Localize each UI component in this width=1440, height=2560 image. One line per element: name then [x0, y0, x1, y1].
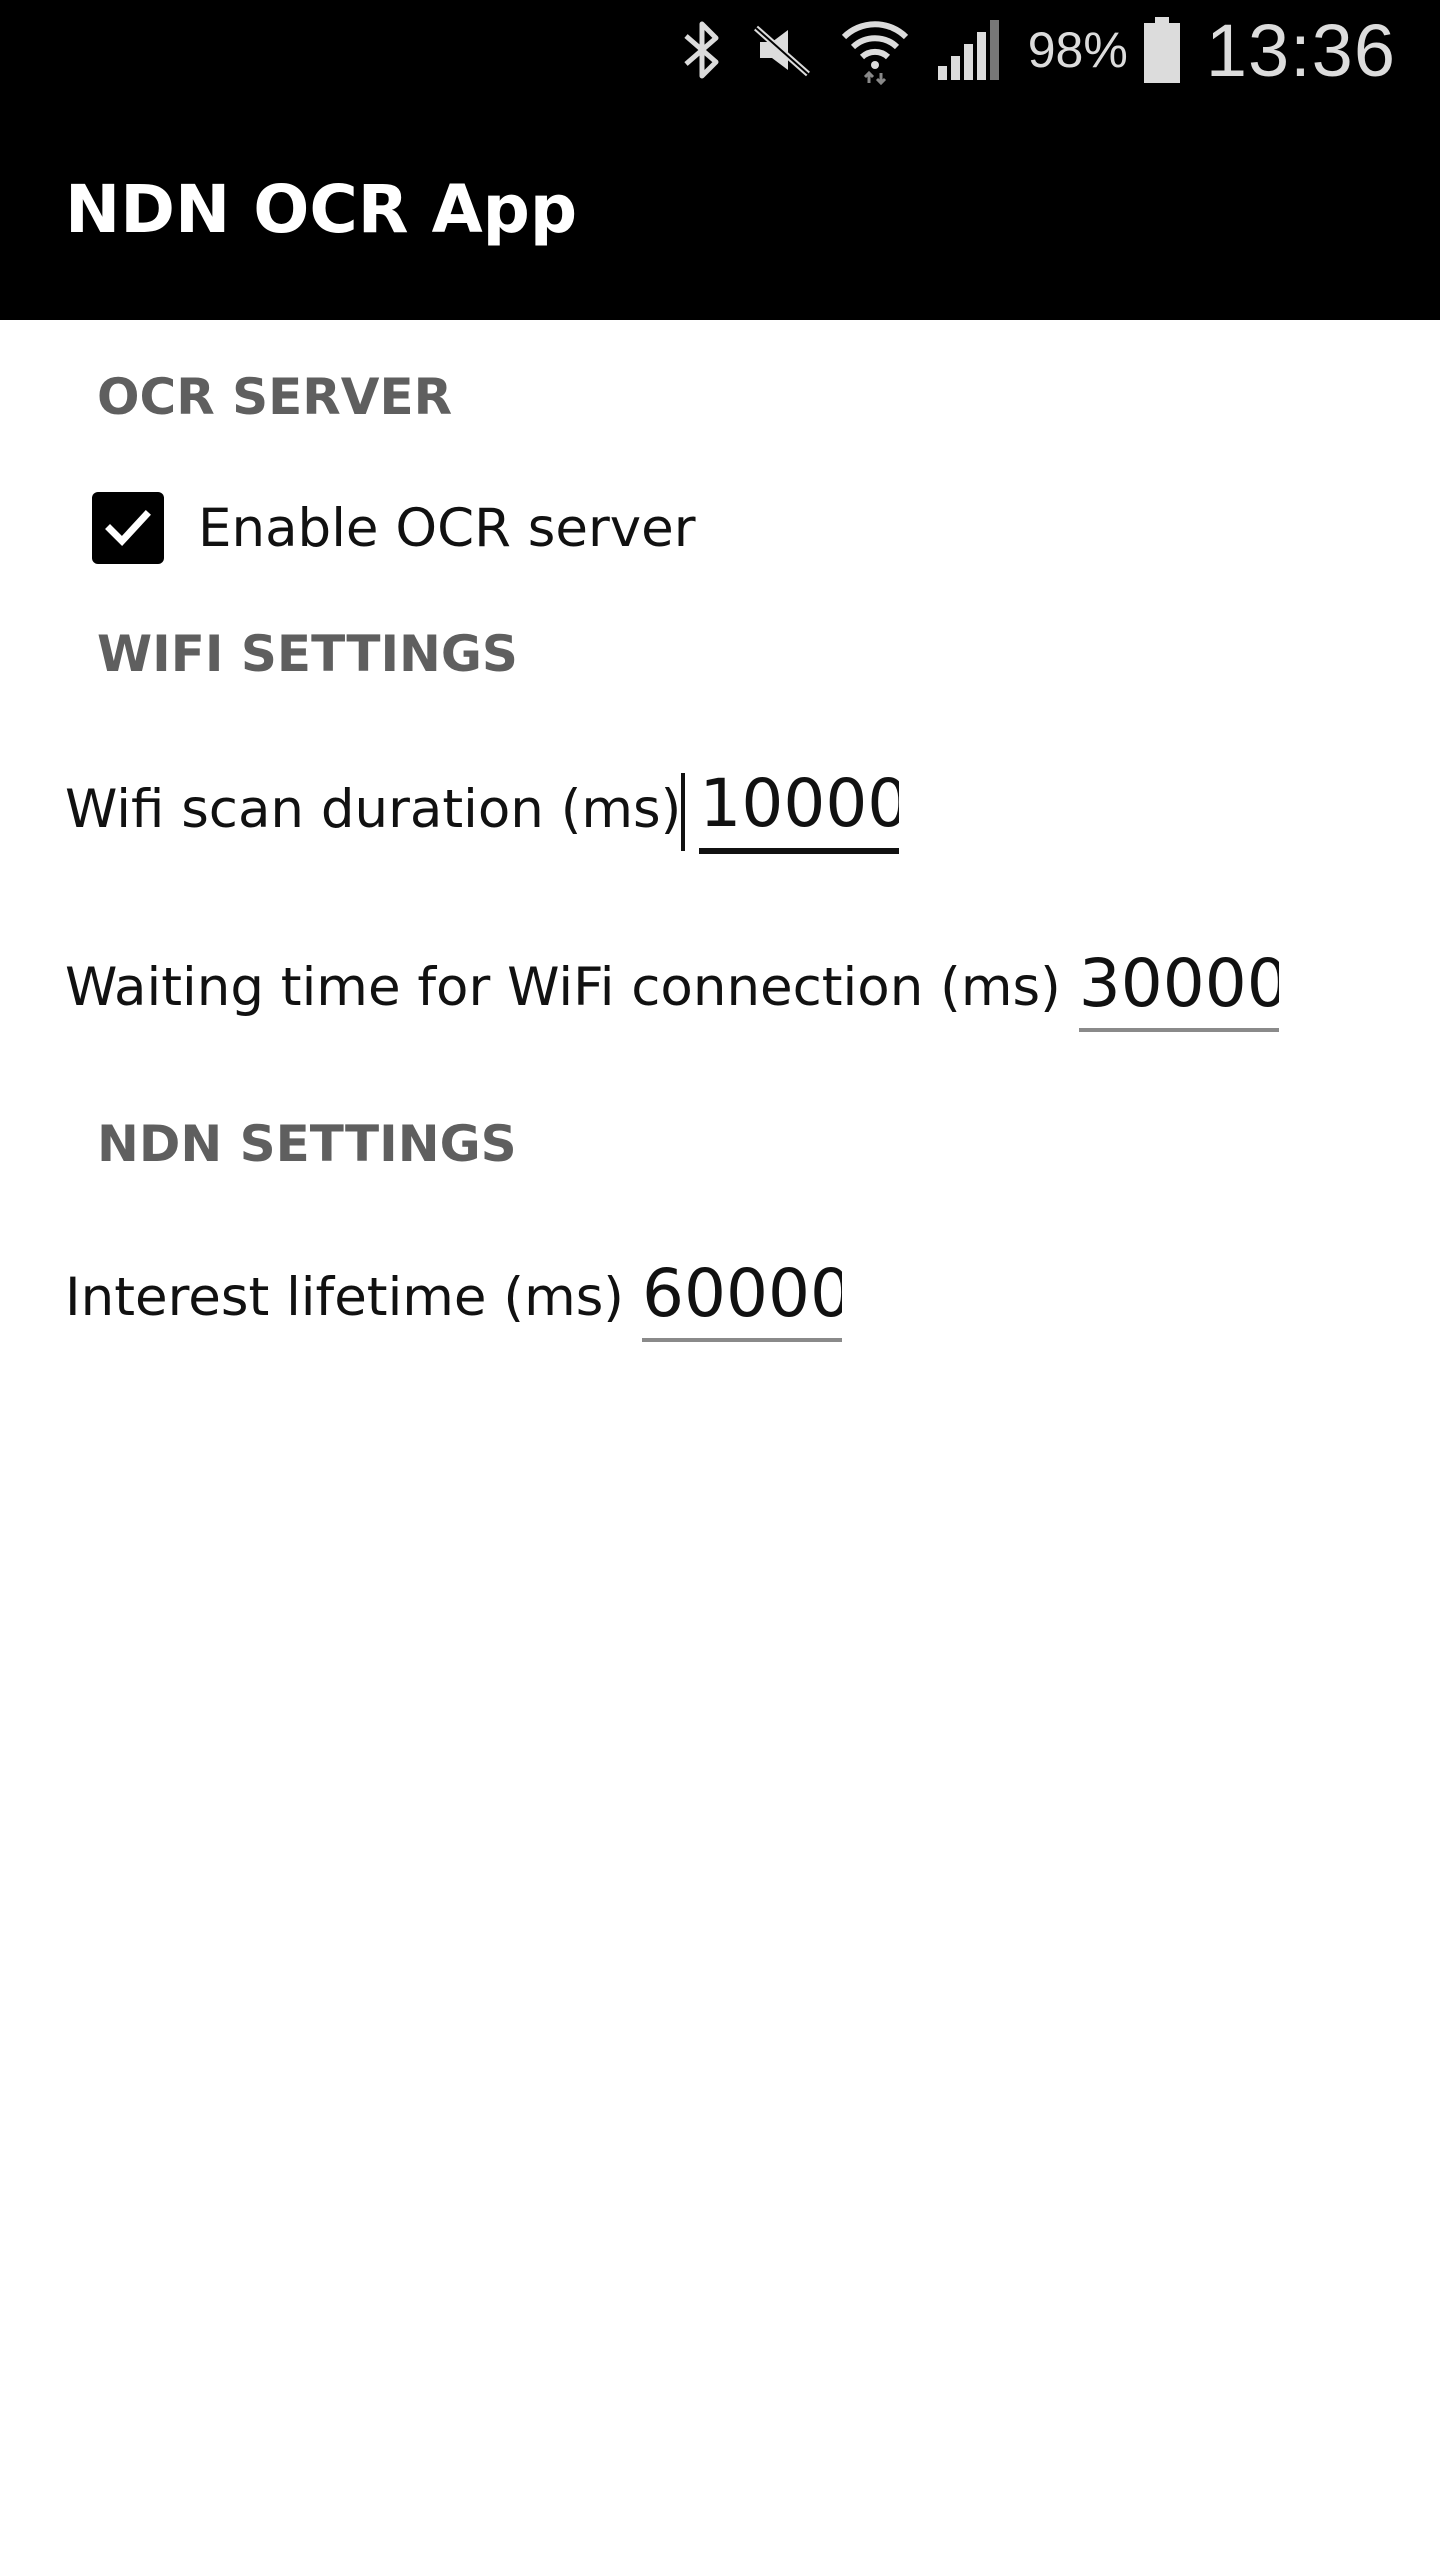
wifi-scan-duration-row: Wifi scan duration (ms) — [65, 765, 900, 854]
status-icons: 98% 13:36 — [654, 0, 1396, 100]
battery-percent: 98% — [1027, 22, 1128, 78]
enable-ocr-server-checkbox[interactable] — [92, 492, 164, 564]
interest-lifetime-label: Interest lifetime (ms) — [65, 1267, 624, 1328]
checkmark-icon — [105, 510, 151, 547]
clock: 13:36 — [1205, 8, 1396, 92]
bluetooth-icon — [680, 18, 724, 82]
mute-icon — [750, 18, 814, 82]
wifi-scan-duration-label: Wifi scan duration (ms) — [65, 779, 682, 840]
section-header-ndn-settings: NDN SETTINGS — [97, 1115, 517, 1173]
text-cursor — [681, 773, 686, 851]
battery-icon — [1142, 17, 1182, 83]
interest-lifetime-input[interactable] — [641, 1255, 842, 1342]
enable-ocr-server-label: Enable OCR server — [198, 497, 696, 559]
app-title: NDN OCR App — [65, 171, 578, 248]
wifi-icon — [840, 15, 910, 85]
wifi-wait-time-row: Waiting time for WiFi connection (ms) — [65, 945, 1279, 1032]
app-bar: NDN OCR App — [0, 100, 1440, 320]
section-header-ocr-server: OCR SERVER — [97, 368, 453, 426]
settings-content: OCR SERVER Enable OCR server WIFI SETTIN… — [0, 320, 1440, 2560]
enable-ocr-server-row[interactable]: Enable OCR server — [92, 492, 696, 564]
signal-icon — [936, 18, 1002, 82]
status-bar: 98% 13:36 — [0, 0, 1440, 100]
wifi-scan-duration-input[interactable] — [699, 765, 900, 854]
section-header-wifi-settings: WIFI SETTINGS — [97, 625, 518, 683]
interest-lifetime-row: Interest lifetime (ms) — [65, 1255, 842, 1342]
wifi-wait-time-input[interactable] — [1078, 945, 1279, 1032]
wifi-wait-time-label: Waiting time for WiFi connection (ms) — [65, 957, 1061, 1018]
